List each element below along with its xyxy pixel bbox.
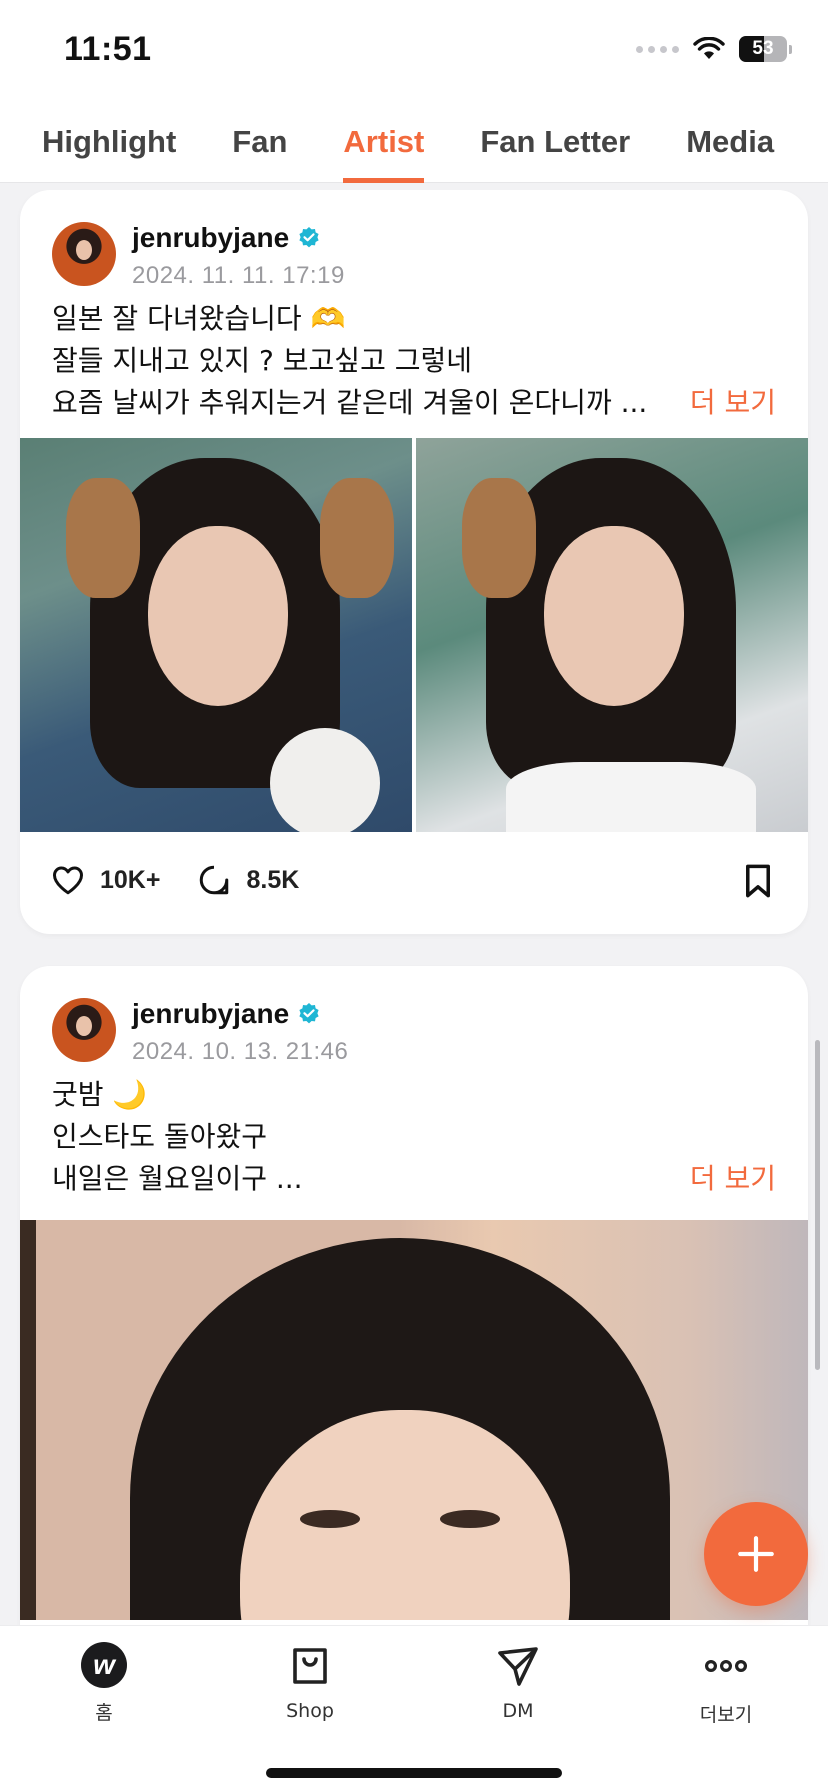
plus-icon (738, 1536, 774, 1572)
post-line: 잘들 지내고 있지 ? 보고싶고 그렇네 (52, 344, 473, 377)
battery-icon: 53 (739, 36, 787, 62)
bottom-navigation: w 홈 Shop DM 더보기 (0, 1625, 828, 1792)
heart-icon (53, 866, 83, 895)
more-dots-icon (704, 1660, 747, 1673)
verified-badge-icon (299, 1003, 319, 1024)
see-more-link[interactable]: 더 보기 (677, 382, 776, 424)
nav-dm[interactable]: DM (448, 1642, 588, 1722)
nav-label: 홈 (95, 1702, 113, 1724)
tab-fan-letter[interactable]: Fan Letter (480, 100, 630, 183)
home-logo-icon: w (81, 1642, 127, 1688)
tab-artist[interactable]: Artist (343, 100, 424, 183)
tab-highlight[interactable]: Highlight (42, 100, 176, 183)
comment-count: 8.5K (246, 865, 300, 894)
nav-label: Shop (286, 1700, 334, 1722)
scroll-indicator (815, 1040, 820, 1370)
post-line: 내일은 월요일이구 ... (52, 1162, 303, 1195)
post-timestamp: 2024. 10. 13. 21:46 (132, 1038, 349, 1065)
battery-tip (789, 44, 792, 54)
status-time: 11:51 (64, 30, 152, 68)
username-text: jenrubyjane (132, 222, 290, 253)
post-header: jenrubyjane 2024. 10. 13. 21:46 (20, 966, 808, 1074)
post-line: 굿밤 🌙 (52, 1078, 148, 1111)
cellular-signal-icon (636, 45, 679, 53)
bookmark-icon[interactable] (740, 862, 776, 900)
post-line: 인스타도 돌아왔구 (52, 1120, 267, 1153)
post-body[interactable]: 일본 잘 다녀왔습니다 🫶 잘들 지내고 있지 ? 보고싶고 그렇네 요즘 날씨… (20, 298, 808, 424)
post-card[interactable]: jenrubyjane 2024. 10. 13. 21:46 굿밤 🌙 인스타… (20, 966, 808, 1625)
author-name[interactable]: jenrubyjane (132, 222, 321, 254)
wifi-icon (693, 37, 725, 59)
tab-fan[interactable]: Fan (232, 100, 287, 183)
paper-plane-icon (498, 1647, 538, 1686)
status-bar: 11:51 53 (0, 0, 828, 100)
comment-button[interactable]: 8.5K (196, 862, 299, 898)
post-line: 일본 잘 다녀왔습니다 🫶 (52, 302, 346, 335)
shopping-bag-icon (293, 1648, 327, 1684)
tab-media[interactable]: Media (686, 100, 774, 183)
like-count: 10K+ (100, 865, 161, 894)
verified-badge-icon (299, 227, 319, 248)
post-header: jenrubyjane 2024. 11. 11. 17:19 (20, 190, 808, 298)
like-button[interactable]: 10K+ (50, 862, 160, 898)
avatar[interactable] (52, 222, 116, 286)
community-tabs: Highlight Fan Artist Fan Letter Media (0, 100, 828, 183)
battery-percent: 53 (752, 38, 774, 59)
see-more-link[interactable]: 더 보기 (677, 1158, 776, 1200)
post-photo[interactable] (20, 1220, 808, 1620)
comment-bubble-icon (200, 865, 229, 895)
author-name[interactable]: jenrubyjane (132, 998, 321, 1030)
post-media (20, 438, 808, 832)
post-actions: 10K+ 8.5K (20, 832, 808, 928)
post-photo[interactable] (416, 438, 808, 832)
post-photo[interactable] (20, 438, 412, 832)
avatar[interactable] (52, 998, 116, 1062)
post-card[interactable]: jenrubyjane 2024. 11. 11. 17:19 일본 잘 다녀왔… (20, 190, 808, 934)
home-indicator (266, 1768, 562, 1778)
post-feed: jenrubyjane 2024. 11. 11. 17:19 일본 잘 다녀왔… (0, 190, 828, 1625)
nav-home[interactable]: w 홈 (34, 1642, 174, 1725)
nav-label: 더보기 (699, 1704, 753, 1726)
write-post-button[interactable] (704, 1502, 808, 1606)
post-timestamp: 2024. 11. 11. 17:19 (132, 262, 345, 289)
status-icons: 53 (636, 36, 792, 62)
post-line: 요즘 날씨가 추워지는거 같은데 겨울이 온다니까 ... (52, 386, 648, 419)
nav-more[interactable]: 더보기 (656, 1642, 796, 1727)
nav-shop[interactable]: Shop (240, 1642, 380, 1722)
nav-label: DM (502, 1700, 534, 1722)
username-text: jenrubyjane (132, 998, 290, 1029)
post-body[interactable]: 굿밤 🌙 인스타도 돌아왔구 내일은 월요일이구 ... 더 보기 (20, 1074, 808, 1200)
